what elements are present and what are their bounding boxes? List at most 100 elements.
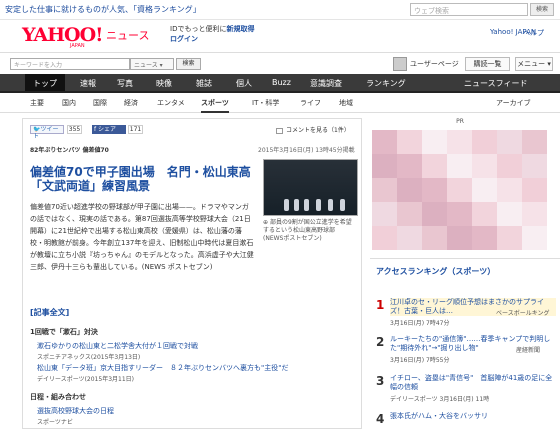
nav-magazines[interactable]: 雑誌 [196, 78, 212, 89]
ad-pixel [497, 130, 522, 154]
photo-figure [294, 199, 299, 211]
ad-pixel [472, 202, 497, 226]
nav-top[interactable]: トップ [25, 74, 65, 91]
ranking-link[interactable]: 張本氏がハム・大谷をバッサリ [390, 412, 556, 421]
related-link[interactable]: 松山東「データ班」京大目指すリーダー ８２年ぶりセンバツへ裏方も"主役"だ [37, 363, 288, 373]
category-select[interactable]: ニュース ▾ [130, 58, 174, 70]
search-toolbar: キーワードを入力 ニュース ▾ 検索 ユーザーページ 購読一覧 メニュー ▾ [0, 52, 560, 74]
ranking-time: 3月16日(月) 7時55分 [390, 357, 450, 364]
comments-link[interactable]: コメントを見る（1件） [276, 125, 350, 134]
rank-number: 2 [376, 335, 385, 349]
category-nav: 主要 国内 国際 経済 エンタメ スポーツ IT・科学 ライフ 地域 アーカイブ [0, 93, 560, 113]
ad-pixel [522, 154, 547, 178]
ad-pixel [447, 202, 472, 226]
ad-pixel [522, 226, 547, 250]
related-source: デイリースポーツ(2015年3月11日) [37, 376, 134, 383]
ad-pixel [447, 178, 472, 202]
ad-pixel [372, 130, 397, 154]
cat-archive[interactable]: アーカイブ [496, 98, 531, 108]
cat-it-science[interactable]: IT・科学 [252, 98, 279, 108]
nav-photos[interactable]: 写真 [117, 78, 133, 89]
ad-pixel [422, 178, 447, 202]
rank-number: 3 [376, 374, 385, 388]
ad-pixel [497, 178, 522, 202]
user-avatar-icon[interactable] [393, 57, 407, 71]
ranking-meta: デイリースポーツ 3月16日(月) 11時 [390, 394, 489, 403]
ad-pixel [472, 154, 497, 178]
rank-number: 4 [376, 412, 385, 426]
ad-pixel [397, 130, 422, 154]
nav-individual[interactable]: 個人 [236, 78, 252, 89]
ad-pixel [422, 202, 447, 226]
article-panel: 🐦ツイート 355 f シェア 171 コメントを見る（1件） 82年ぶりセンバ… [22, 118, 362, 429]
nav-survey[interactable]: 意識調査 [310, 78, 342, 89]
yahoo-logo[interactable]: YAHOO! [22, 24, 103, 46]
article-summary: 偏差値70近い超進学校の野球部が甲子園に出場——。ドラマやマンガの話ではなく、現… [30, 203, 254, 271]
nav-video[interactable]: 映像 [156, 78, 172, 89]
full-article-link[interactable]: [記事全文] [30, 307, 69, 318]
schedule-section-heading: 日程・組み合わせ [30, 393, 86, 401]
schedule-source: スポーツナビ [37, 419, 73, 426]
share-label: シェア [98, 126, 117, 133]
ranking-time: 3月16日(月) 11時 [439, 396, 490, 403]
ranking-time: 3月16日(月) 7時47分 [390, 320, 450, 327]
cat-sports[interactable]: スポーツ [201, 98, 229, 113]
article-datetime: 2015年3月16日(月) 13時45分掲載 [258, 147, 355, 154]
nav-ranking[interactable]: ランキング [366, 78, 406, 89]
register-link[interactable]: 新規取得 [226, 25, 254, 33]
ad-pixel [397, 226, 422, 250]
help-link[interactable]: ヘルプ [523, 28, 544, 38]
zoom-icon: ⊕ [263, 219, 270, 226]
ad-pixel [422, 154, 447, 178]
photo-figure [316, 199, 321, 211]
ad-pixel [497, 202, 522, 226]
related-link[interactable]: 漱石ゆかりの松山東と二松学舎大付が１回戦で対戦 [37, 341, 198, 351]
nav-newsfeed[interactable]: ニュースフィード [464, 78, 527, 89]
article-photo[interactable] [263, 159, 358, 216]
ad-pixel [447, 154, 472, 178]
keyword-input[interactable]: キーワードを入力 [10, 58, 130, 70]
ad-image[interactable] [372, 130, 547, 250]
photo-figure [340, 199, 345, 211]
schedule-link[interactable]: 選抜高校野球大会の日程 [37, 406, 114, 416]
ranking-link[interactable]: イチロー、盗塁は"青信号" 首脳陣が41歳の足に全幅の信頼 [390, 374, 556, 392]
menu-button[interactable]: メニュー ▾ [515, 57, 553, 71]
tweet-button[interactable]: 🐦ツイート [30, 125, 64, 140]
ad-pixel [522, 130, 547, 154]
photo-caption: ⊕ 部員の9割が国公立進学を希望するという松山東高野球部(NEWSポストセブン) [263, 219, 355, 243]
ranking-source: 産経新聞 [516, 347, 541, 354]
ad-pixel [372, 178, 397, 202]
ad-pixel [472, 226, 497, 250]
web-search-input[interactable]: ウェブ検索 [410, 3, 528, 16]
topic-label: 82年ぶりセンバツ 偏差値70 [30, 147, 109, 154]
share-button[interactable]: f シェア [92, 125, 126, 134]
cat-economy[interactable]: 経済 [124, 98, 138, 108]
ad-pixel [397, 202, 422, 226]
related-source: スポニチアネックス(2015年3月13日) [37, 354, 141, 361]
ad-pixel [372, 226, 397, 250]
article-title[interactable]: 偏差値70で甲子園出場 名門・松山東高「文武両道」練習風景 [30, 165, 270, 193]
login-link[interactable]: ログイン [170, 35, 198, 43]
ad-pixel [497, 154, 522, 178]
menu-label: メニュー [517, 60, 546, 68]
promo-link[interactable]: 安定した仕事に就けるものが人気、「資格ランキング」 [5, 4, 201, 15]
ad-pixel [447, 130, 472, 154]
main-nav: トップ 速報 写真 映像 雑誌 個人 Buzz 意識調査 ランキング ニュースフ… [0, 74, 560, 93]
web-search-button[interactable]: 検索 [530, 3, 554, 16]
photo-figure [304, 199, 309, 211]
comments-label: コメントを見る（1件） [286, 127, 350, 134]
subscriptions-button[interactable]: 購読一覧 [465, 57, 510, 71]
nav-breaking[interactable]: 速報 [80, 78, 96, 89]
nav-buzz[interactable]: Buzz [272, 78, 291, 87]
cat-life[interactable]: ライフ [300, 98, 321, 108]
logo-sub: JAPAN [70, 43, 85, 49]
news-search-button[interactable]: 検索 [176, 58, 201, 70]
service-name[interactable]: ニュース [106, 27, 149, 43]
user-page-link[interactable]: ユーザーページ [410, 59, 459, 69]
cat-main[interactable]: 主要 [30, 98, 44, 108]
cat-regional[interactable]: 地域 [339, 98, 353, 108]
cat-entertainment[interactable]: エンタメ [157, 98, 185, 108]
cat-domestic[interactable]: 国内 [62, 98, 76, 108]
cat-international[interactable]: 国際 [93, 98, 107, 108]
ad-pixel [472, 130, 497, 154]
